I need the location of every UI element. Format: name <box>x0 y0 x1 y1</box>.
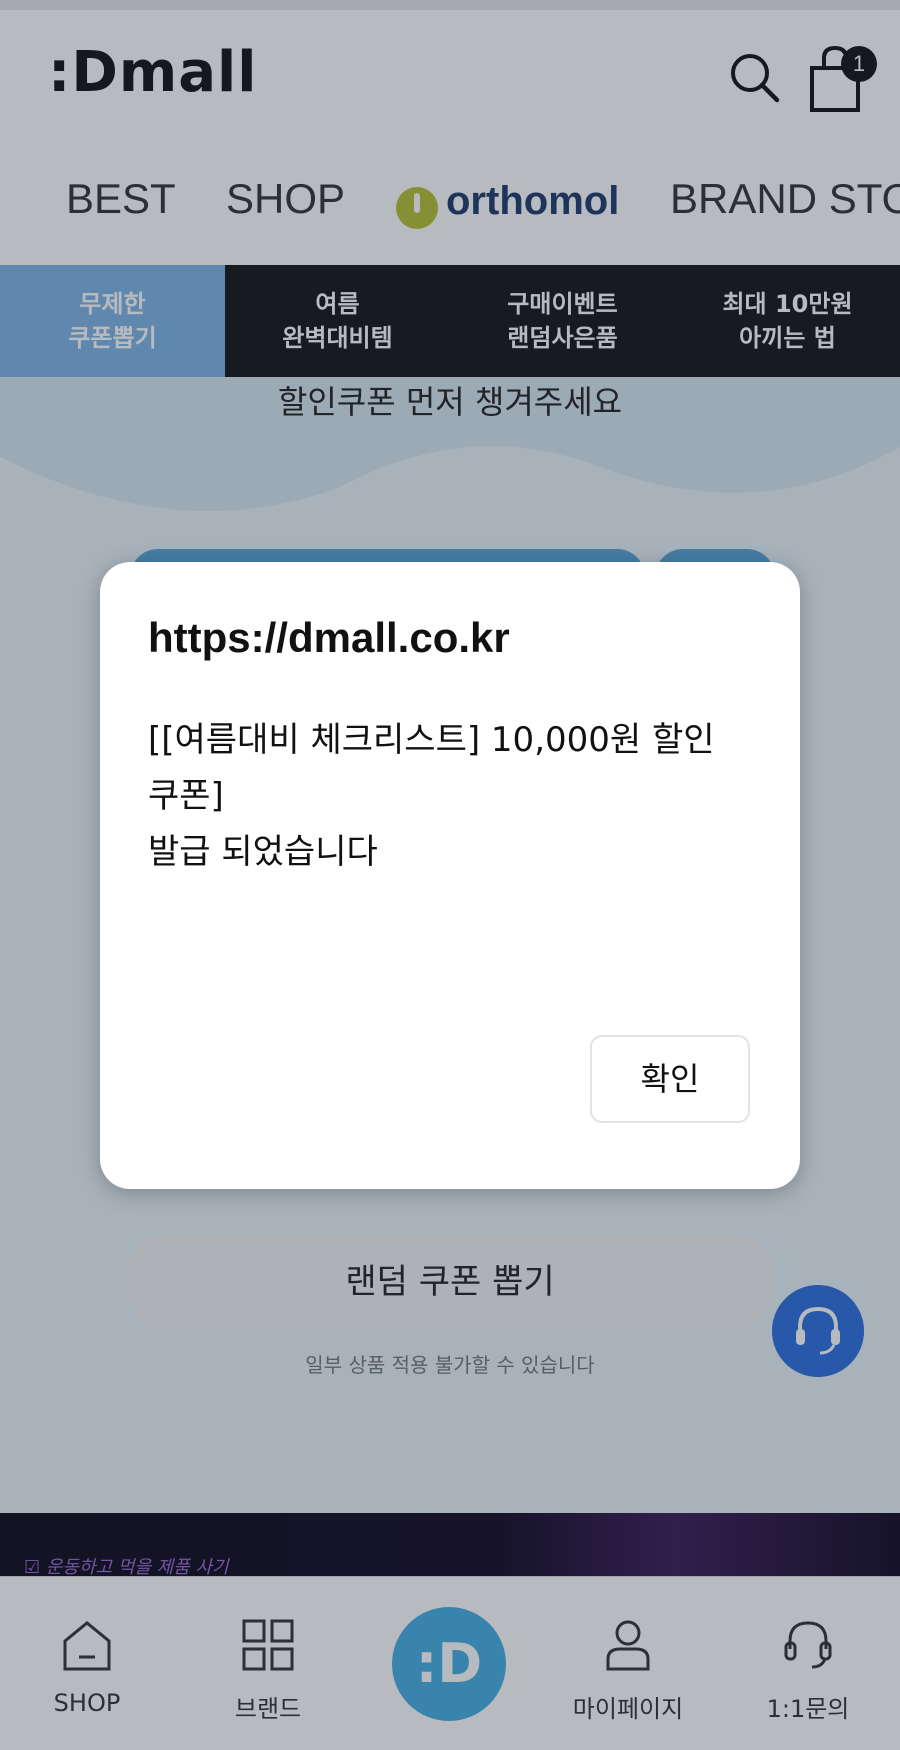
dialog-message: [[여름대비 체크리스트] 10,000원 할인 쿠폰] 발급 되었습니다 <box>148 720 715 872</box>
confirm-button[interactable]: 확인 <box>590 1035 750 1123</box>
alert-dialog: https://dmall.co.kr [[여름대비 체크리스트] 10,000… <box>100 562 800 1189</box>
dialog-title: https://dmall.co.kr <box>148 614 510 661</box>
